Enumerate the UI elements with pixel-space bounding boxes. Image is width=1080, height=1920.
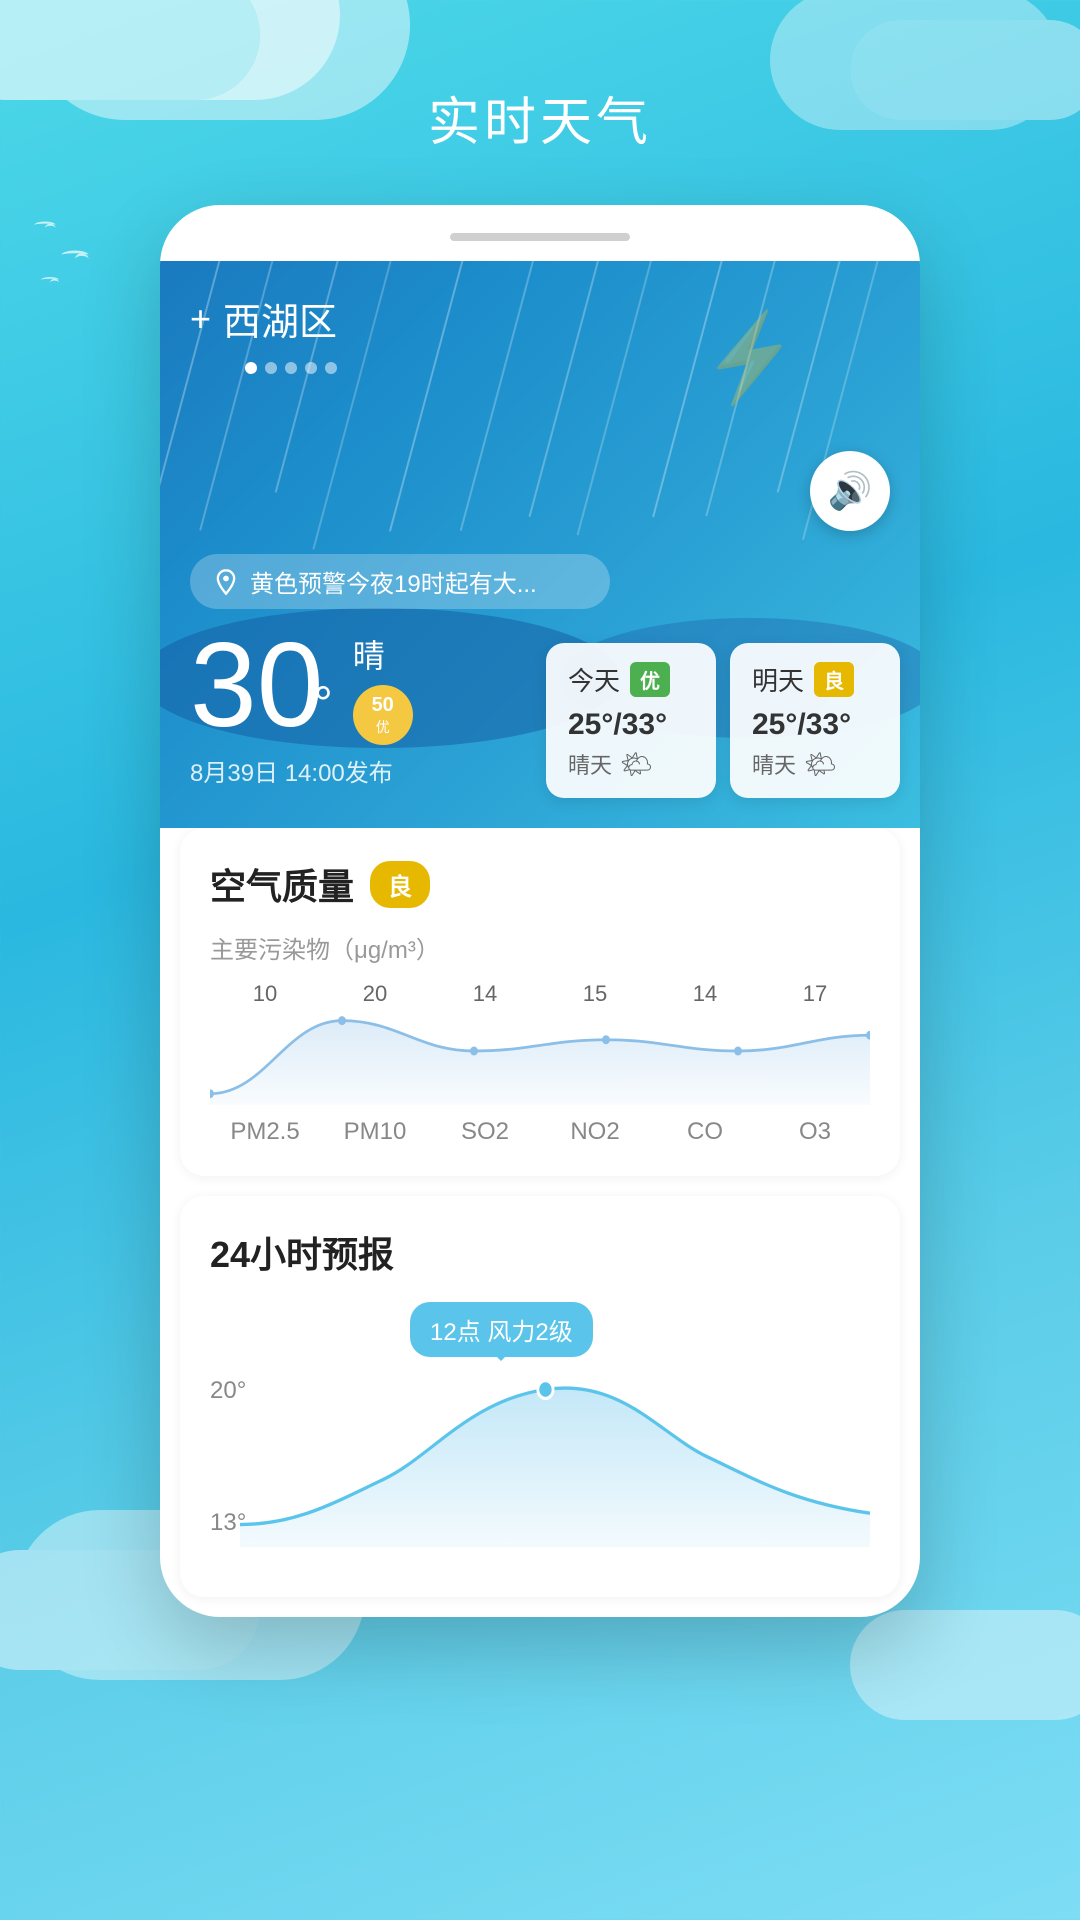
so2-label: SO2 xyxy=(445,1118,525,1146)
co-value: 14 xyxy=(665,981,745,1007)
dot-2 xyxy=(265,362,277,374)
air-quality-section: 空气质量 良 主要污染物（μg/m³） 10 20 14 15 14 17 xyxy=(180,828,900,1176)
weather-type: 晴 xyxy=(353,631,413,677)
co-label: CO xyxy=(665,1118,745,1146)
air-quality-title: 空气质量 xyxy=(210,858,354,910)
today-weather-icon: 🌤 xyxy=(620,749,653,780)
today-weather-text: 晴天 xyxy=(568,748,612,780)
temperature-value: 30 xyxy=(190,618,323,752)
air-quality-badge: 良 xyxy=(370,861,430,908)
forecast-tomorrow-card: 明天 良 25°/33° 晴天 🌤 xyxy=(730,643,900,798)
location-dots xyxy=(245,362,890,374)
bg-cloud-top-left xyxy=(0,0,260,100)
chart-values: 10 20 14 15 14 17 xyxy=(210,981,870,1007)
forecast-today-card: 今天 优 25°/33° 晴天 🌤 xyxy=(546,643,716,798)
today-quality: 优 xyxy=(630,662,670,697)
weather-header: ⚡ + 西湖区 黄色预警今夜19时起有大... 🔊 xyxy=(160,261,920,828)
tomorrow-weather-text: 晴天 xyxy=(752,748,796,780)
no2-value: 15 xyxy=(555,981,635,1007)
tomorrow-quality: 良 xyxy=(814,662,854,697)
forecast-tooltip: 12点 风力2级 xyxy=(410,1302,593,1357)
forecast-24h-svg xyxy=(240,1367,870,1547)
phone-frame: ⚡ + 西湖区 黄色预警今夜19时起有大... 🔊 xyxy=(160,205,920,1617)
forecast-24h-title: 24小时预报 xyxy=(210,1226,870,1278)
tomorrow-temp: 25°/33° xyxy=(752,708,878,742)
pm25-value: 10 xyxy=(225,981,305,1007)
today-label: 今天 xyxy=(568,661,620,698)
phone-notch xyxy=(450,233,630,241)
degree-symbol: ° xyxy=(313,678,332,731)
dot-3 xyxy=(285,362,297,374)
forecast-cards: 今天 优 25°/33° 晴天 🌤 明天 良 25°/33° 晴天 🌤 xyxy=(546,643,900,798)
speaker-icon: 🔊 xyxy=(828,470,873,512)
pm10-label: PM10 xyxy=(335,1118,415,1146)
air-quality-chart xyxy=(210,1015,870,1105)
o3-label: O3 xyxy=(775,1118,855,1146)
aqi-badge: 50 优 xyxy=(353,685,413,745)
no2-label: NO2 xyxy=(555,1118,635,1146)
aqi-text: 优 xyxy=(376,717,390,737)
alert-text: 黄色预警今夜19时起有大... xyxy=(250,564,537,599)
bg-cloud-top-right xyxy=(850,20,1080,120)
add-location-button[interactable]: + xyxy=(190,298,211,340)
location-name: 西湖区 xyxy=(223,291,337,346)
dot-1 xyxy=(245,362,257,374)
forecast-y-low: 13° xyxy=(210,1509,246,1537)
bg-cloud-bottom-right xyxy=(850,1610,1080,1720)
dot-5 xyxy=(325,362,337,374)
o3-value: 17 xyxy=(775,981,855,1007)
pollutants-label: 主要污染物（μg/m³） xyxy=(210,930,870,965)
forecast-24h-section: 24小时预报 12点 风力2级 20° 13° xyxy=(180,1196,900,1597)
speaker-button[interactable]: 🔊 xyxy=(810,451,890,531)
location-alert-icon xyxy=(212,568,240,596)
so2-value: 14 xyxy=(445,981,525,1007)
dot-4 xyxy=(305,362,317,374)
aqi-value: 50 xyxy=(372,694,394,717)
location-bar: + 西湖区 xyxy=(190,291,890,346)
chart-labels: PM2.5 PM10 SO2 NO2 CO O3 xyxy=(210,1118,870,1146)
today-temp: 25°/33° xyxy=(568,708,694,742)
pm10-value: 20 xyxy=(335,981,415,1007)
forecast-24h-chart: 20° 13° xyxy=(210,1367,870,1567)
alert-bar[interactable]: 黄色预警今夜19时起有大... xyxy=(190,554,610,609)
pm25-label: PM2.5 xyxy=(225,1118,305,1146)
forecast-y-high: 20° xyxy=(210,1377,246,1405)
tomorrow-weather-icon: 🌤 xyxy=(804,749,837,780)
tomorrow-label: 明天 xyxy=(752,661,804,698)
